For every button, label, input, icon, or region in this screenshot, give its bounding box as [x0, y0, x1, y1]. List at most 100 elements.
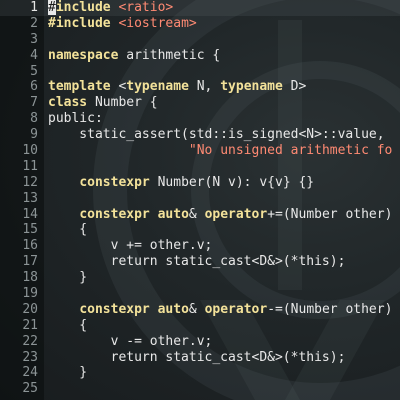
code-line[interactable]: 4 namespace arithmetic { [0, 48, 400, 64]
code-text[interactable]: "No unsigned arithmetic fo [48, 143, 393, 159]
code-token: <ratio> [118, 0, 174, 15]
code-token: & [188, 206, 205, 222]
code-text[interactable]: constexpr auto& operator+=(Number other) [48, 207, 392, 223]
line-number: 23 [22, 349, 38, 365]
code-text[interactable]: } [48, 270, 87, 286]
code-token: N, [188, 79, 221, 95]
line-number: 6 [30, 79, 38, 95]
code-token: typename [126, 79, 189, 95]
code-line[interactable]: 6 template <typename N, typename D> [0, 79, 400, 95]
code-line[interactable]: 19 [0, 286, 400, 302]
code-text[interactable]: #include <iostream> [48, 16, 197, 32]
code-token: template [48, 79, 111, 95]
code-line[interactable]: 23 return static_cast<D&>(*this); [0, 350, 400, 366]
code-text[interactable]: static_assert(std::is_signed<N>::value, [48, 127, 385, 143]
line-number: 25 [22, 381, 38, 397]
line-number: 16 [22, 238, 38, 254]
code-editor[interactable]: 1 #include <ratio> 2 #include <iostream> 3 4 n… [0, 0, 400, 400]
code-text[interactable]: namespace arithmetic { [48, 48, 220, 64]
line-number: 3 [30, 31, 38, 47]
code-line[interactable]: 14 constexpr auto& operator+=(Number oth… [0, 207, 400, 223]
code-token: operator [204, 301, 268, 317]
code-token: { [48, 222, 88, 238]
text-cursor: # [48, 0, 56, 15]
code-token: <iostream> [118, 15, 197, 31]
code-token: return static_cast<D&>(*this); [48, 254, 346, 270]
code-token: "No unsigned arithmetic fo [188, 143, 393, 159]
code-token: operator [204, 206, 268, 222]
code-token: D> [282, 79, 307, 95]
line-number: 1 [30, 0, 38, 15]
code-line[interactable]: 9 static_assert(std::is_signed<N>::value… [0, 127, 400, 143]
code-text[interactable]: constexpr Number(N v): v{v} {} [48, 175, 314, 191]
code-token: constexpr [79, 206, 150, 222]
line-number: 20 [22, 301, 38, 317]
line-number: 7 [30, 95, 38, 111]
code-line[interactable]: 10 "No unsigned arithmetic fo [0, 143, 400, 159]
line-number: 21 [22, 317, 38, 333]
code-line[interactable]: 5 [0, 64, 400, 80]
line-number: 17 [22, 254, 38, 270]
line-number: 9 [30, 127, 38, 143]
code-token: public: [48, 111, 103, 127]
code-text[interactable]: template <typename N, typename D> [48, 79, 306, 95]
code-text[interactable]: public: [48, 111, 103, 127]
code-line[interactable]: 15 { [0, 222, 400, 238]
code-line[interactable]: 25 [0, 381, 400, 397]
code-line[interactable]: 21 { [0, 318, 400, 334]
code-token: v += other.v; [48, 238, 213, 254]
code-line[interactable]: 20 constexpr auto& operator-=(Number oth… [0, 302, 400, 318]
code-token: constexpr [79, 301, 150, 317]
code-token: static_assert(std::is_signed<N>::value, [48, 127, 385, 143]
code-line[interactable]: 24 } [0, 365, 400, 381]
code-text[interactable]: v -= other.v; [48, 334, 213, 350]
code-line[interactable]: 2 #include <iostream> [0, 16, 400, 32]
code-text[interactable]: { [48, 222, 87, 238]
code-token: namespace [48, 47, 119, 63]
code-token: & [188, 301, 205, 317]
code-line[interactable]: 8 public: [0, 111, 400, 127]
code-token: < [110, 79, 127, 95]
line-number: 15 [22, 222, 38, 238]
code-token: auto [157, 206, 189, 222]
code-text[interactable]: constexpr auto& operator-=(Number other) [48, 302, 392, 318]
code-token: } [48, 270, 88, 286]
code-token: } [48, 365, 88, 381]
code-lines: 1 #include <ratio> 2 #include <iostream> 3 4 n… [0, 0, 400, 397]
code-token: +=(Number other) [267, 206, 393, 222]
code-line[interactable]: 12 constexpr Number(N v): v{v} {} [0, 175, 400, 191]
code-line[interactable]: 18 } [0, 270, 400, 286]
line-number: 19 [22, 286, 38, 302]
code-line[interactable]: 22 v -= other.v; [0, 334, 400, 350]
code-text[interactable]: v += other.v; [48, 238, 213, 254]
code-line[interactable]: 17 return static_cast<D&>(*this); [0, 254, 400, 270]
code-text[interactable]: { [48, 318, 87, 334]
code-line[interactable]: 7 class Number { [0, 95, 400, 111]
code-text[interactable]: class Number { [48, 95, 158, 111]
code-line[interactable]: 3 [0, 32, 400, 48]
code-text[interactable]: #include <ratio> [48, 0, 173, 16]
line-number: 11 [22, 158, 38, 174]
code-token: -=(Number other) [267, 301, 393, 317]
code-text[interactable]: return static_cast<D&>(*this); [48, 349, 346, 366]
code-line[interactable]: 1 #include <ratio> [0, 0, 400, 16]
code-token: arithmetic { [118, 47, 221, 63]
code-line[interactable]: 11 [0, 159, 400, 175]
code-token: Number(N v): v{v} {} [149, 174, 315, 190]
code-text[interactable]: return static_cast<D&>(*this); [48, 254, 346, 270]
code-token: class [48, 95, 88, 111]
code-line[interactable]: 13 [0, 191, 400, 207]
code-token: { [48, 317, 88, 333]
line-number: 2 [30, 15, 38, 31]
code-token: return static_cast<D&>(*this); [48, 349, 346, 365]
line-number: 13 [22, 190, 38, 206]
code-line[interactable]: 16 v += other.v; [0, 238, 400, 254]
line-number: 24 [22, 365, 38, 381]
code-text[interactable]: } [48, 365, 87, 381]
line-number: 8 [30, 111, 38, 127]
